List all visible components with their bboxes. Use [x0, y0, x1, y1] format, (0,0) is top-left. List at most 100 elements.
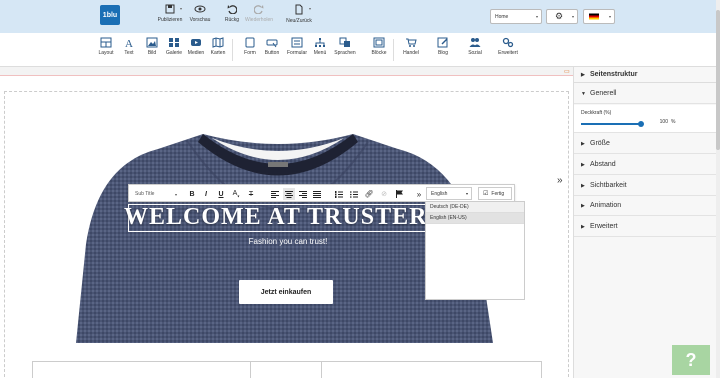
- new-back-caret-icon[interactable]: ▾: [309, 6, 311, 11]
- more-button[interactable]: »: [413, 188, 425, 200]
- page-select[interactable]: Home ▾: [490, 9, 542, 24]
- section-animation[interactable]: ▶ Animation: [574, 196, 717, 216]
- page-icon: [295, 4, 303, 15]
- language-flag-button[interactable]: ▾: [583, 9, 615, 24]
- tool-label: Blog: [437, 50, 448, 56]
- section-spacing[interactable]: ▶ Abstand: [574, 155, 717, 175]
- tool-social[interactable]: Sozial: [462, 37, 488, 56]
- tool-label: Bild: [147, 50, 157, 56]
- italic-button[interactable]: I: [200, 188, 212, 200]
- opacity-slider-handle[interactable]: [638, 121, 644, 127]
- section-label: Generell: [590, 90, 617, 97]
- caret-right-icon: ▶: [581, 182, 585, 189]
- monitor-icon[interactable]: ▭: [564, 68, 570, 75]
- bullet-list-button[interactable]: [348, 188, 360, 200]
- tool-languages[interactable]: Sprachen: [332, 37, 358, 56]
- link-button[interactable]: 🔗︎: [363, 188, 375, 200]
- style-select[interactable]: Sub Title ▾: [135, 188, 179, 200]
- align-center-button[interactable]: [283, 188, 295, 200]
- top-bar: 1blu Publizieren ▾ Vorschau Rückg Wieder…: [0, 0, 716, 33]
- align-left-icon: [271, 190, 279, 198]
- redo-icon: [254, 5, 264, 14]
- preview-label: Vorschau: [189, 17, 211, 23]
- tool-commerce[interactable]: Handel: [398, 37, 424, 56]
- new-back-button[interactable]: Neu/Zurück: [281, 4, 317, 24]
- publish-label: Publizieren: [157, 17, 183, 23]
- language-option[interactable]: Deutsch (DE-DE): [426, 202, 524, 213]
- numbered-list-button[interactable]: [333, 188, 345, 200]
- section-size[interactable]: ▶ Größe: [574, 134, 717, 154]
- opacity-group: Deckkraft (%) 100 %: [574, 105, 717, 133]
- tool-advanced[interactable]: Erweitert: [495, 37, 521, 56]
- redo-button[interactable]: Wiederholen: [241, 4, 277, 23]
- scrollbar-thumb[interactable]: [716, 10, 720, 150]
- tool-label: Layout: [98, 50, 114, 56]
- double-chevron-right-icon: »: [416, 189, 422, 199]
- clear-format-icon: T: [248, 190, 254, 198]
- preview-button[interactable]: Vorschau: [182, 4, 218, 23]
- section-guide: [568, 91, 569, 377]
- link-icon: 🔗︎: [364, 191, 374, 198]
- chevron-down-icon: ▾: [174, 191, 177, 197]
- chevron-down-icon: ▾: [608, 14, 611, 19]
- language-option[interactable]: English (EN-US): [426, 213, 524, 224]
- blog-icon: [437, 37, 448, 48]
- content-column[interactable]: [250, 361, 322, 378]
- help-button[interactable]: ?: [672, 345, 710, 375]
- section-label: Größe: [590, 140, 610, 147]
- tool-label: Handel: [403, 50, 419, 56]
- window-scrollbar[interactable]: [716, 0, 720, 378]
- tool-blocks[interactable]: Blöcke: [366, 37, 392, 56]
- expand-panel-icon[interactable]: »: [557, 175, 563, 186]
- align-left-button[interactable]: [269, 188, 281, 200]
- new-back-label: Neu/Zurück: [286, 18, 312, 24]
- caret-right-icon: ▶: [581, 202, 585, 209]
- clear-format-button[interactable]: T: [245, 188, 257, 200]
- tool-menu[interactable]: Menü: [307, 37, 333, 56]
- settings-button[interactable]: ⚙ ▾: [546, 9, 578, 24]
- caret-right-icon: ▶: [581, 71, 585, 78]
- hero-heading[interactable]: WELCOME AT TRUSTER: [124, 204, 434, 232]
- section-advanced[interactable]: ▶ Erweitert: [574, 217, 717, 237]
- social-icon: [469, 38, 481, 47]
- caret-right-icon: ▶: [581, 140, 585, 147]
- font-size-button[interactable]: A▾: [230, 188, 242, 200]
- bullet-list-icon: [350, 190, 358, 198]
- bold-button[interactable]: B: [186, 188, 198, 200]
- section-label: Abstand: [590, 161, 616, 168]
- done-button[interactable]: ☑ Fertig: [478, 187, 512, 200]
- section-guide: [4, 91, 5, 377]
- underline-button[interactable]: U: [215, 188, 227, 200]
- section-visibility[interactable]: ▶ Sichtbarkeit: [574, 176, 717, 196]
- checkmark-icon: ☑: [483, 191, 489, 197]
- language-select[interactable]: English ▾: [426, 187, 472, 200]
- properties-panel: ▶ Seitenstruktur ▼ Generell Deckkraft (%…: [573, 67, 717, 378]
- unlink-button[interactable]: ⊘: [378, 188, 390, 200]
- redo-label: Wiederholen: [244, 17, 274, 23]
- tool-maps[interactable]: Karten: [205, 37, 231, 56]
- numbered-list-icon: [335, 190, 343, 198]
- page-structure-header[interactable]: ▶ Seitenstruktur: [574, 67, 717, 83]
- tool-button[interactable]: Button: [259, 37, 285, 56]
- menu-icon: [315, 38, 325, 47]
- section-general[interactable]: ▼ Generell: [574, 84, 717, 104]
- opacity-value[interactable]: 100: [652, 119, 668, 125]
- image-icon: [146, 37, 158, 48]
- hero-subtitle[interactable]: Fashion you can trust!: [208, 237, 368, 246]
- shop-now-button[interactable]: Jetzt einkaufen: [239, 280, 333, 304]
- tool-label: Sozial: [468, 50, 482, 56]
- opacity-slider[interactable]: [581, 121, 644, 127]
- chevron-down-icon: ▾: [571, 14, 574, 19]
- flag-icon: [395, 190, 403, 198]
- tool-label: Text: [124, 50, 134, 56]
- media-icon: [191, 39, 201, 46]
- align-right-button[interactable]: [297, 188, 309, 200]
- undo-label: Rückg: [224, 17, 240, 23]
- align-justify-button[interactable]: [311, 188, 323, 200]
- flag-button[interactable]: [393, 188, 405, 200]
- tool-blog[interactable]: Blog: [430, 37, 456, 56]
- layout-icon: [100, 37, 112, 48]
- text-editor-toolbar: Sub Title ▾ B I U A▾ T 🔗︎ ⊘ » English ▾ …: [128, 184, 515, 202]
- tool-label: Formular: [286, 50, 307, 56]
- tool-label: Blöcke: [371, 50, 387, 56]
